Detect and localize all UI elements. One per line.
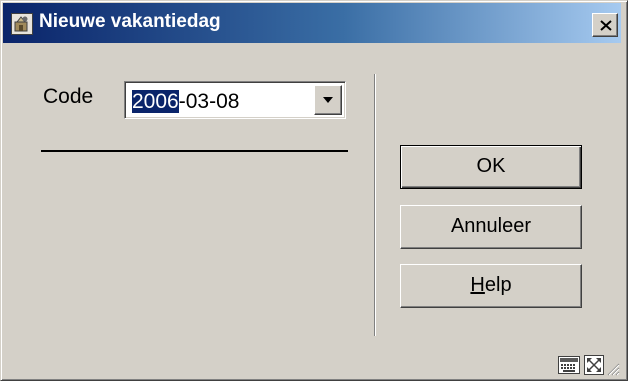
- separator-line: [41, 150, 348, 152]
- code-date-value[interactable]: 2006-03-08: [132, 90, 239, 114]
- help-button[interactable]: Help: [400, 264, 582, 308]
- code-date-combobox[interactable]: 2006-03-08: [124, 81, 346, 119]
- code-label: Code: [43, 85, 94, 108]
- ok-button[interactable]: OK: [400, 145, 582, 189]
- keyboard-icon[interactable]: [558, 356, 580, 374]
- vertical-divider: [374, 74, 376, 336]
- code-date-rest: -03-08: [178, 90, 240, 113]
- help-mnemonic: H: [470, 274, 485, 296]
- code-date-selected-part: 2006: [132, 90, 179, 113]
- dialog-window: Nieuwe vakantiedag Code 2006-03-08 OK An…: [0, 0, 628, 381]
- close-x-icon: [600, 20, 612, 31]
- cancel-button[interactable]: Annuleer: [400, 205, 582, 249]
- app-icon[interactable]: [11, 13, 33, 35]
- dropdown-button[interactable]: [314, 85, 342, 115]
- close-button[interactable]: [592, 13, 618, 37]
- help-label-rest: elp: [484, 274, 512, 296]
- title-bar[interactable]: Nieuwe vakantiedag: [3, 3, 621, 43]
- window-title: Nieuwe vakantiedag: [39, 11, 221, 32]
- fullscreen-icon[interactable]: [584, 355, 604, 375]
- resize-grip-icon[interactable]: [606, 362, 620, 376]
- chevron-down-icon: [323, 97, 333, 103]
